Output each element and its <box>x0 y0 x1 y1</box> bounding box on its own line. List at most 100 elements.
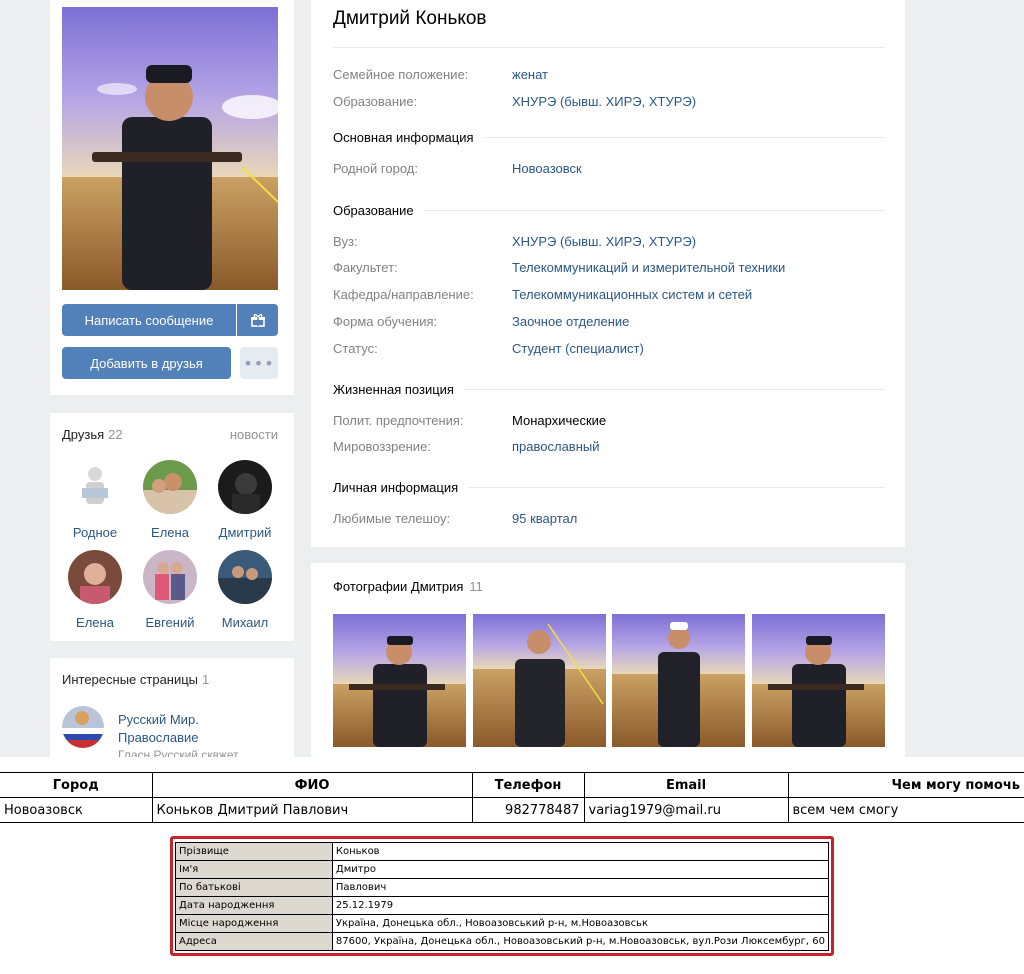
header-fullname: ФИО <box>152 772 473 798</box>
registry-record-frame: Прізвище Коньков Ім'я Дмитро По батькові Па… <box>170 836 834 956</box>
record-value: Дмитро <box>331 860 830 879</box>
record-key: По батькові <box>175 878 333 897</box>
header-phone: Телефон <box>472 772 585 798</box>
friend-avatar <box>68 460 122 514</box>
section-heading: Основная информация <box>333 130 885 145</box>
photo-thumbnail[interactable] <box>612 614 745 747</box>
friend-avatar <box>218 460 272 514</box>
friend-item[interactable]: Евгений <box>133 550 207 630</box>
friend-item[interactable]: Родное <box>58 460 132 540</box>
info-value[interactable]: 95 квартал <box>512 511 577 526</box>
add-friend-button[interactable]: Добавить в друзья <box>62 347 231 379</box>
vk-profile-screenshot: Написать сообщение Добавить в друзья •••… <box>0 0 1024 757</box>
table-row: Прізвище Коньков <box>175 842 830 861</box>
friends-title: Друзья <box>62 427 105 442</box>
section-heading: Жизненная позиция <box>333 382 885 397</box>
info-label: Мировоззрение: <box>333 439 431 454</box>
record-value: 25.12.1979 <box>331 896 830 915</box>
info-value[interactable]: Студент (специалист) <box>512 341 644 356</box>
pages-count: 1 <box>202 672 210 687</box>
friend-name: Михаил <box>221 615 269 630</box>
record-value: Павлович <box>331 878 830 897</box>
info-value[interactable]: православный <box>512 439 600 454</box>
photo-thumbnail[interactable] <box>333 614 466 747</box>
cell-phone: 982778487 <box>472 797 585 823</box>
friend-name: Евгений <box>145 615 195 630</box>
record-value: 87600, Україна, Донецька обл., Новоазовс… <box>331 932 830 951</box>
avatar-card: Написать сообщение Добавить в друзья ••• <box>50 0 294 395</box>
info-value[interactable]: Новоазовск <box>512 161 582 176</box>
friend-item[interactable]: Михаил <box>208 550 282 630</box>
record-key: Дата народження <box>175 896 333 915</box>
cell-help: всем чем смогу <box>788 797 1024 823</box>
gift-button[interactable] <box>237 304 278 336</box>
cell-email: variag1979@mail.ru <box>584 797 789 823</box>
photo-thumbnail[interactable] <box>752 614 885 747</box>
friend-name: Елена <box>76 615 114 630</box>
photos-title: Фотографии Дмитрия <box>333 579 464 594</box>
info-label: Образование: <box>333 94 418 109</box>
info-value[interactable]: женат <box>512 67 548 82</box>
more-actions-button[interactable]: ••• <box>240 347 278 379</box>
record-value: Коньков <box>331 842 830 861</box>
friend-name: Дмитрий <box>218 525 272 540</box>
record-key: Ім'я <box>175 860 333 879</box>
info-value[interactable]: Телекоммуникаций и измерительной техники <box>512 260 785 275</box>
registry-table: Прізвище Коньков Ім'я Дмитро По батькові Па… <box>175 842 830 951</box>
info-label: Кафедра/направление: <box>333 287 474 302</box>
table-row: Ім'я Дмитро <box>175 860 830 879</box>
photos-block: Фотографии Дмитрия 11 <box>311 563 905 757</box>
page-name[interactable]: Русский Мир. Православие <box>118 711 238 747</box>
friends-header[interactable]: Друзья 22 <box>62 427 123 442</box>
record-value: Україна, Донецька обл., Новоазовський р-… <box>331 914 830 933</box>
info-label: Любимые телешоу: <box>333 511 451 526</box>
table-row: Адреса 87600, Україна, Донецька обл., Нов… <box>175 932 830 951</box>
friend-avatar <box>143 550 197 604</box>
write-message-button[interactable]: Написать сообщение <box>62 304 236 336</box>
section-heading: Образование <box>333 203 885 218</box>
interesting-pages-block: Интересные страницы 1 Русский Мир. Правос… <box>50 658 294 757</box>
friend-name: Елена <box>151 525 189 540</box>
photo-thumbnail[interactable] <box>473 614 606 747</box>
profile-photo[interactable] <box>62 7 278 290</box>
header-help: Чем могу помочь <box>788 772 1024 798</box>
record-key: Місце народження <box>175 914 333 933</box>
friend-item[interactable]: Дмитрий <box>208 460 282 540</box>
table-row: Дата народження 25.12.1979 <box>175 896 830 915</box>
divider <box>333 47 885 48</box>
info-value[interactable]: Заочное отделение <box>512 314 629 329</box>
header-city: Город <box>0 772 153 798</box>
contacts-table: Город ФИО Телефон Email Чем могу помочь … <box>0 772 1024 823</box>
header-email: Email <box>584 772 789 798</box>
info-value[interactable]: Телекоммуникационных систем и сетей <box>512 287 752 302</box>
info-value[interactable]: ХНУРЭ (бывш. ХИРЭ, ХТУРЭ) <box>512 94 696 109</box>
section-title: Жизненная позиция <box>333 382 454 397</box>
friends-block: Друзья22 новости Родное Елена Дмитрий Е <box>50 413 294 641</box>
table-row: Новоазовск Коньков Дмитрий Павлович 9827… <box>0 797 1024 823</box>
info-label: Полит. предпочтения: <box>333 413 464 428</box>
cell-fullname: Коньков Дмитрий Павлович <box>152 797 473 823</box>
friend-item[interactable]: Елена <box>58 550 132 630</box>
pages-title: Интересные страницы <box>62 672 199 687</box>
friends-news-link[interactable]: новости <box>230 427 278 442</box>
section-heading: Личная информация <box>333 480 885 495</box>
info-value: Монархические <box>512 413 607 428</box>
info-label: Факультет: <box>333 260 398 275</box>
friend-avatar <box>143 460 197 514</box>
friend-item[interactable]: Елена <box>133 460 207 540</box>
section-title: Личная информация <box>333 480 459 495</box>
record-key: Прізвище <box>175 842 333 861</box>
gift-icon <box>250 314 265 327</box>
record-key: Адреса <box>175 932 333 951</box>
section-title: Основная информация <box>333 130 474 145</box>
profile-name: Дмитрий Коньков <box>333 8 487 29</box>
cell-city: Новоазовск <box>0 797 153 823</box>
photos-header[interactable]: Фотографии Дмитрия 11 <box>333 579 483 594</box>
info-label: Вуз: <box>333 234 358 249</box>
friend-avatar <box>68 550 122 604</box>
photos-count: 11 <box>469 579 483 594</box>
page-avatar[interactable] <box>62 706 104 748</box>
friend-avatar <box>218 550 272 604</box>
pages-header[interactable]: Интересные страницы 1 <box>62 672 209 687</box>
info-value[interactable]: ХНУРЭ (бывш. ХИРЭ, ХТУРЭ) <box>512 234 696 249</box>
